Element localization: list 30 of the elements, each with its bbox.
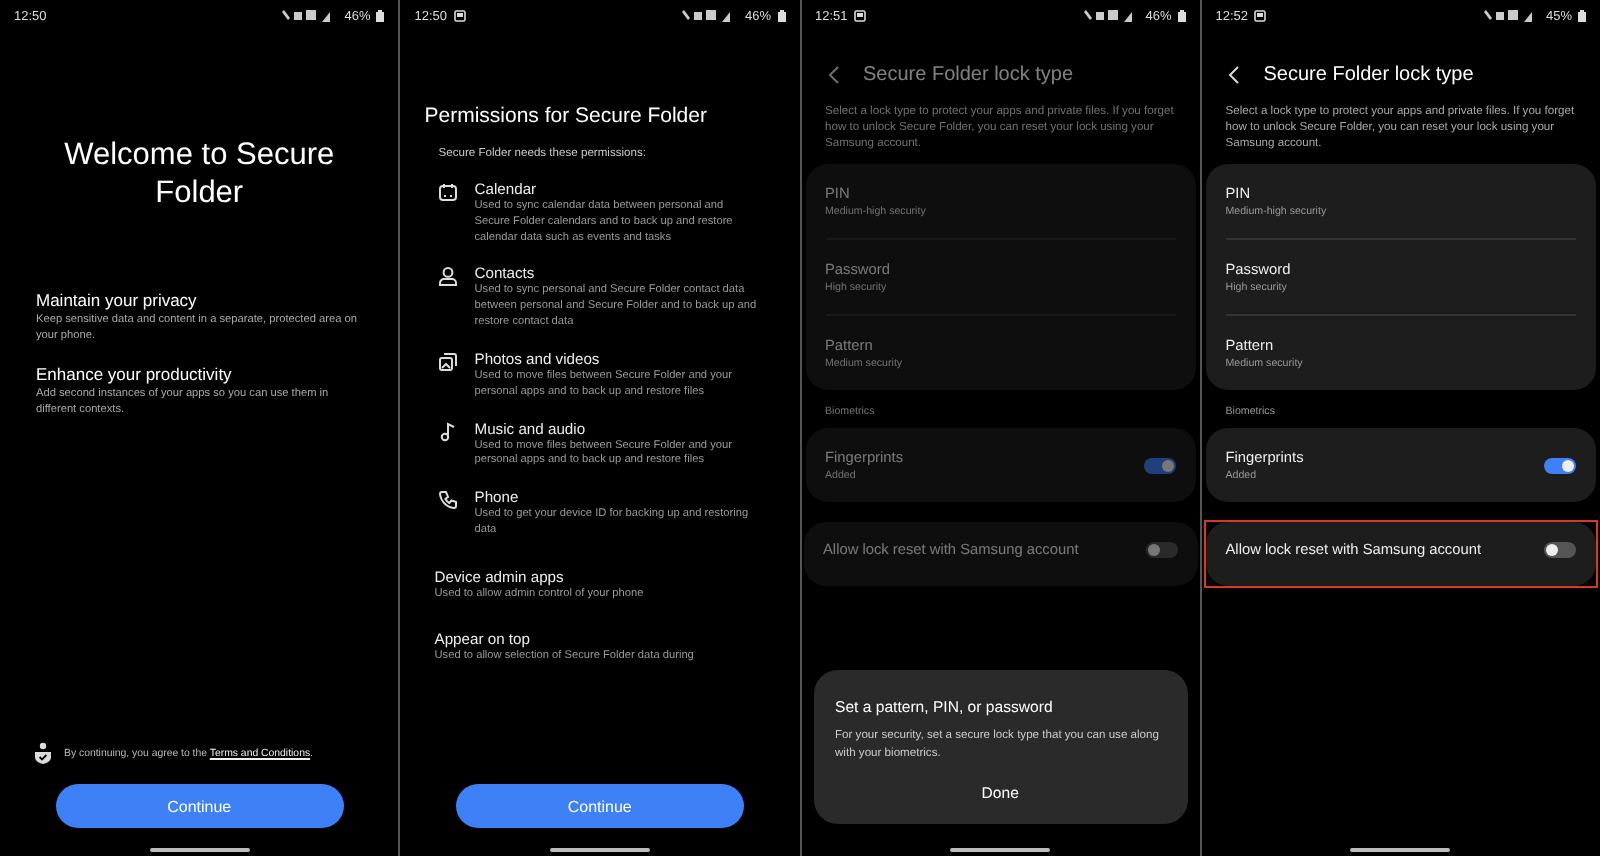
battery-icon	[376, 10, 385, 22]
toggle-switch[interactable]	[1544, 457, 1576, 474]
toggle-switch[interactable]	[1143, 457, 1176, 474]
continue-button[interactable]: Continue	[55, 784, 344, 828]
image-notification-icon	[1254, 10, 1267, 22]
welcome-title: Welcome to Secure Folder	[62, 136, 337, 214]
toggle-switch[interactable]	[1544, 541, 1576, 558]
photos-icon	[438, 351, 459, 372]
image-notification-icon	[853, 10, 866, 22]
section-heading: Enhance your productivity	[36, 363, 234, 384]
screen-title: Permissions for Secure Folder	[424, 104, 709, 128]
battery-icon	[777, 10, 785, 22]
music-note-icon	[438, 421, 459, 442]
home-indicator	[950, 848, 1051, 852]
home-indicator	[149, 848, 250, 852]
back-icon[interactable]	[1227, 66, 1240, 84]
continue-button[interactable]: Continue	[455, 784, 744, 828]
screen-title: Secure Folder lock type	[863, 64, 1074, 86]
screen-title: Secure Folder lock type	[1263, 64, 1474, 86]
shield-person-icon	[34, 742, 52, 764]
image-notification-icon	[453, 10, 466, 22]
section-heading: Maintain your privacy	[36, 289, 199, 310]
home-indicator	[1350, 848, 1451, 852]
battery-icon	[1177, 10, 1186, 22]
battery-icon	[1578, 10, 1586, 22]
person-icon	[438, 266, 459, 287]
calendar-icon	[438, 182, 459, 202]
toggle-switch[interactable]	[1145, 541, 1178, 558]
home-indicator	[549, 848, 650, 852]
phone-icon	[438, 490, 459, 511]
